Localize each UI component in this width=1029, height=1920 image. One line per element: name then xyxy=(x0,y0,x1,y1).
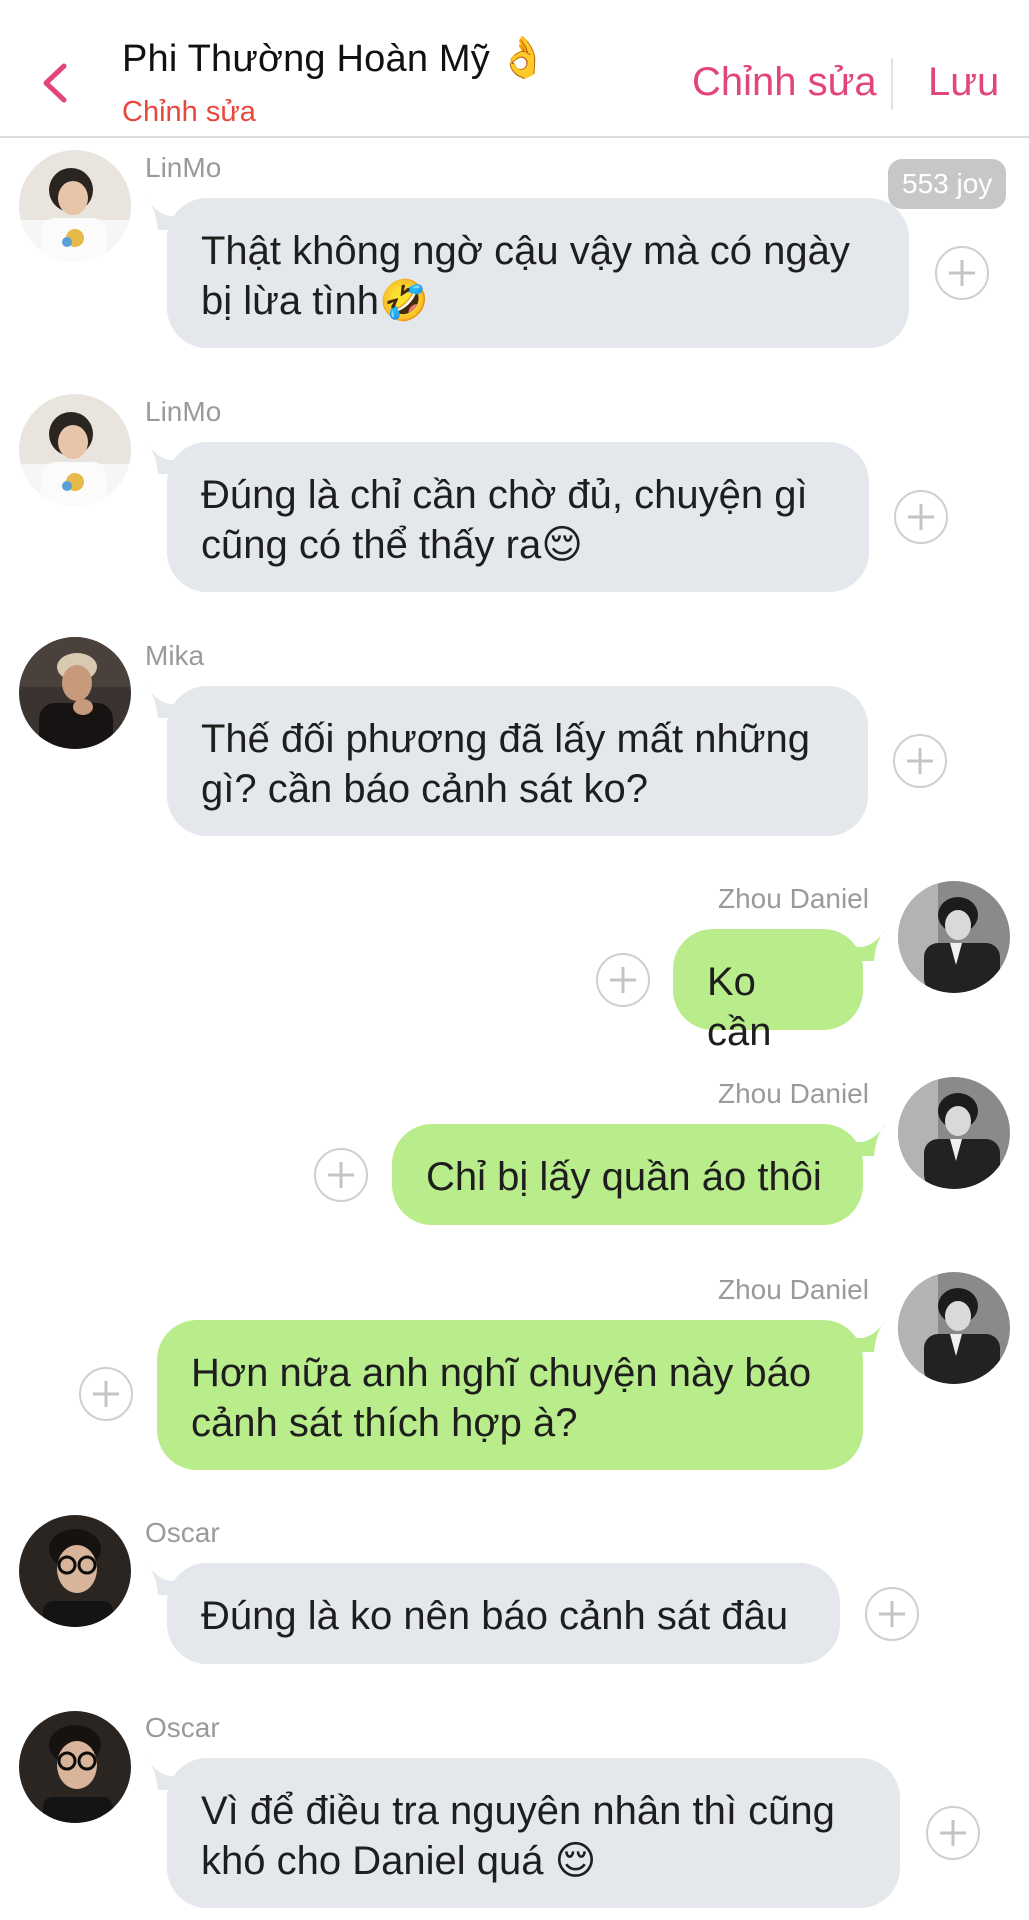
sender-name: LinMo xyxy=(145,396,222,427)
save-button[interactable]: Lưu xyxy=(928,60,999,105)
sender-name: Zhou Daniel xyxy=(718,1078,869,1109)
message-line: Thế đối phương đã lấy mất những xyxy=(201,717,811,761)
avatar-oscar[interactable] xyxy=(19,1711,131,1823)
chevron-left-icon xyxy=(43,63,67,103)
avatar-oscar[interactable] xyxy=(19,1515,131,1627)
message-bubble[interactable]: Vì để điều tra nguyên nhân thì cũng khó … xyxy=(167,1758,900,1908)
message-line: Hơn nữa anh nghĩ chuyện này báo xyxy=(191,1351,812,1395)
message-line: khó cho Daniel quá 😌 xyxy=(201,1839,597,1883)
chat-header: Phi Thường Hoàn Mỹ 👌 Chỉnh sửa Chỉnh sửa … xyxy=(0,0,1029,138)
message-line: Thật không ngờ cậu vậy mà có ngày xyxy=(201,229,850,273)
add-reaction-button[interactable] xyxy=(893,734,947,788)
sender-name: Zhou Daniel xyxy=(718,883,869,914)
avatar-mika[interactable] xyxy=(19,637,131,749)
chat-title-text: Phi Thường Hoàn Mỹ xyxy=(122,38,490,80)
message-bubble[interactable]: Thật không ngờ cậu vậy mà có ngày bị lừa… xyxy=(167,198,909,348)
ok-hand-emoji: 👌 xyxy=(497,36,548,80)
avatar-linmo[interactable] xyxy=(19,150,131,262)
message-line: gì? cần báo cảnh sát ko? xyxy=(201,767,648,811)
joy-count-badge: 553 joy xyxy=(888,159,1007,209)
sender-name: LinMo xyxy=(145,152,222,183)
add-reaction-button[interactable] xyxy=(894,490,948,544)
add-reaction-button[interactable] xyxy=(596,953,650,1007)
message-line: Ko cần xyxy=(707,960,772,1054)
message-line: Vì để điều tra nguyên nhân thì cũng xyxy=(201,1789,835,1833)
message-line: Chỉ bị lấy quần áo thôi xyxy=(426,1155,822,1199)
sender-name: Mika xyxy=(145,640,205,671)
add-reaction-button[interactable] xyxy=(865,1587,919,1641)
add-reaction-button[interactable] xyxy=(935,246,989,300)
message-bubble[interactable]: Thế đối phương đã lấy mất những gì? cần … xyxy=(167,686,868,836)
message-bubble[interactable]: Chỉ bị lấy quần áo thôi xyxy=(392,1124,863,1225)
avatar-zhou-daniel[interactable] xyxy=(898,881,1010,993)
add-reaction-button[interactable] xyxy=(314,1148,368,1202)
chat-subtitle[interactable]: Chỉnh sửa xyxy=(122,96,256,129)
add-reaction-button[interactable] xyxy=(79,1367,133,1421)
chat-title: Phi Thường Hoàn Mỹ 👌 xyxy=(122,34,548,81)
message-line: Đúng là ko nên báo cảnh sát đâu xyxy=(201,1594,789,1638)
message-line: cảnh sát thích hợp à? xyxy=(191,1401,578,1445)
header-divider xyxy=(891,58,893,110)
message-line: bị lừa tình🤣 xyxy=(201,279,429,323)
message-bubble[interactable]: Hơn nữa anh nghĩ chuyện này báo cảnh sát… xyxy=(157,1320,863,1470)
avatar-linmo[interactable] xyxy=(19,394,131,506)
back-button[interactable] xyxy=(36,58,76,108)
sender-name: Zhou Daniel xyxy=(718,1274,869,1305)
avatar-zhou-daniel[interactable] xyxy=(898,1077,1010,1189)
message-line: cũng có thể thấy ra😌 xyxy=(201,523,583,567)
add-reaction-button[interactable] xyxy=(926,1806,980,1860)
sender-name: Oscar xyxy=(145,1517,220,1548)
edit-button[interactable]: Chỉnh sửa xyxy=(692,60,877,105)
message-bubble[interactable]: Đúng là ko nên báo cảnh sát đâu xyxy=(167,1563,840,1664)
avatar-zhou-daniel[interactable] xyxy=(898,1272,1010,1384)
message-bubble[interactable]: Ko cần xyxy=(673,929,863,1054)
message-line: Đúng là chỉ cần chờ đủ, chuyện gì xyxy=(201,473,808,517)
sender-name: Oscar xyxy=(145,1712,220,1743)
message-bubble[interactable]: Đúng là chỉ cần chờ đủ, chuyện gì cũng c… xyxy=(167,442,869,592)
